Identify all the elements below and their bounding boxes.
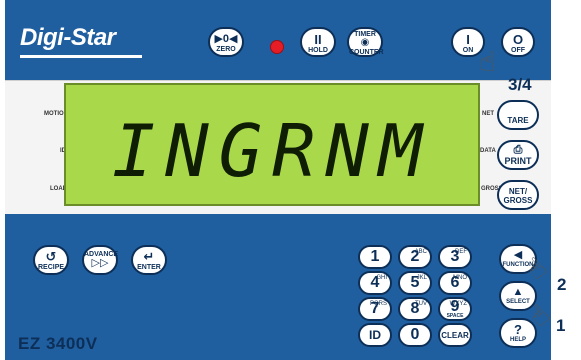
- key-8[interactable]: 8 TUV: [398, 297, 432, 321]
- clock-icon: ◉: [360, 37, 370, 48]
- net-gross-button[interactable]: NET/ GROSS: [497, 180, 539, 210]
- timer-counter-button[interactable]: TIMER ◉ COUNTER: [347, 27, 384, 57]
- pointing-hand-icon: ☝: [479, 46, 497, 77]
- zero-label: ZERO: [216, 46, 236, 53]
- hold-button[interactable]: II HOLD: [300, 27, 336, 57]
- step-2: 2: [557, 275, 567, 294]
- off-label: OFF: [511, 47, 525, 54]
- pause-icon: II: [314, 32, 322, 47]
- net-label: NET/: [508, 187, 528, 196]
- counter-label: COUNTER: [349, 49, 384, 56]
- enter-button[interactable]: ↵ ENTER: [131, 245, 167, 275]
- fast-forward-icon: ▷▷: [91, 257, 109, 269]
- enter-label: ENTER: [137, 264, 161, 271]
- key-2[interactable]: 2 ABC: [398, 245, 432, 269]
- help-icon: ?: [514, 322, 522, 337]
- step-1: 1: [556, 316, 566, 335]
- print-button[interactable]: ⎙ PRINT: [497, 140, 539, 170]
- step-3-4: 3/4: [508, 75, 532, 94]
- key-clear[interactable]: CLEAR: [438, 323, 472, 347]
- logo-underline: [20, 55, 142, 58]
- zero-button[interactable]: ▶0◀ ZERO: [208, 27, 244, 57]
- status-led: [270, 40, 284, 54]
- recipe-label: RECIPE: [37, 264, 65, 271]
- key-0[interactable]: 0: [398, 323, 432, 347]
- hold-label: HOLD: [308, 47, 328, 54]
- key-6[interactable]: 6 MNO: [438, 271, 472, 295]
- help-button[interactable]: ? HELP: [499, 318, 537, 348]
- power-off-icon: O: [512, 32, 524, 47]
- off-button[interactable]: O OFF: [501, 27, 535, 57]
- gross-label: GROSS: [503, 196, 533, 205]
- lcd-display: INGRNM: [64, 83, 480, 206]
- recipe-icon: ↺: [45, 249, 57, 264]
- key-4[interactable]: 4 GHI: [358, 271, 392, 295]
- help-label: HELP: [509, 337, 526, 343]
- print-label: PRINT: [504, 156, 532, 166]
- tare-label: TARE: [507, 116, 529, 125]
- tare-button[interactable]: TARE: [497, 100, 539, 130]
- advance-button[interactable]: ADVANCE ▷▷: [82, 245, 118, 275]
- key-1[interactable]: 1: [358, 245, 392, 269]
- key-3[interactable]: 3 DEF: [438, 245, 472, 269]
- zero-icon: ▶0◀: [214, 33, 238, 45]
- up-arrow-icon: ▲: [512, 286, 524, 298]
- lcd-readout: INGRNM: [111, 109, 433, 193]
- label-net: NET: [482, 111, 494, 117]
- key-7[interactable]: 7 PQRS: [358, 297, 392, 321]
- label-data: DATA: [480, 148, 496, 154]
- power-on-icon: I: [466, 32, 470, 47]
- recipe-button[interactable]: ↺ RECIPE: [33, 245, 69, 275]
- brand-logo: Digi-Star: [20, 24, 116, 51]
- enter-icon: ↵: [143, 249, 155, 264]
- model-label: EZ 3400V: [18, 334, 98, 353]
- key-5[interactable]: 5 JKL: [398, 271, 432, 295]
- key-9[interactable]: 9 WXYZ SPACE: [438, 297, 472, 321]
- printer-icon: ⎙: [513, 144, 523, 156]
- key-id[interactable]: ID: [358, 323, 392, 347]
